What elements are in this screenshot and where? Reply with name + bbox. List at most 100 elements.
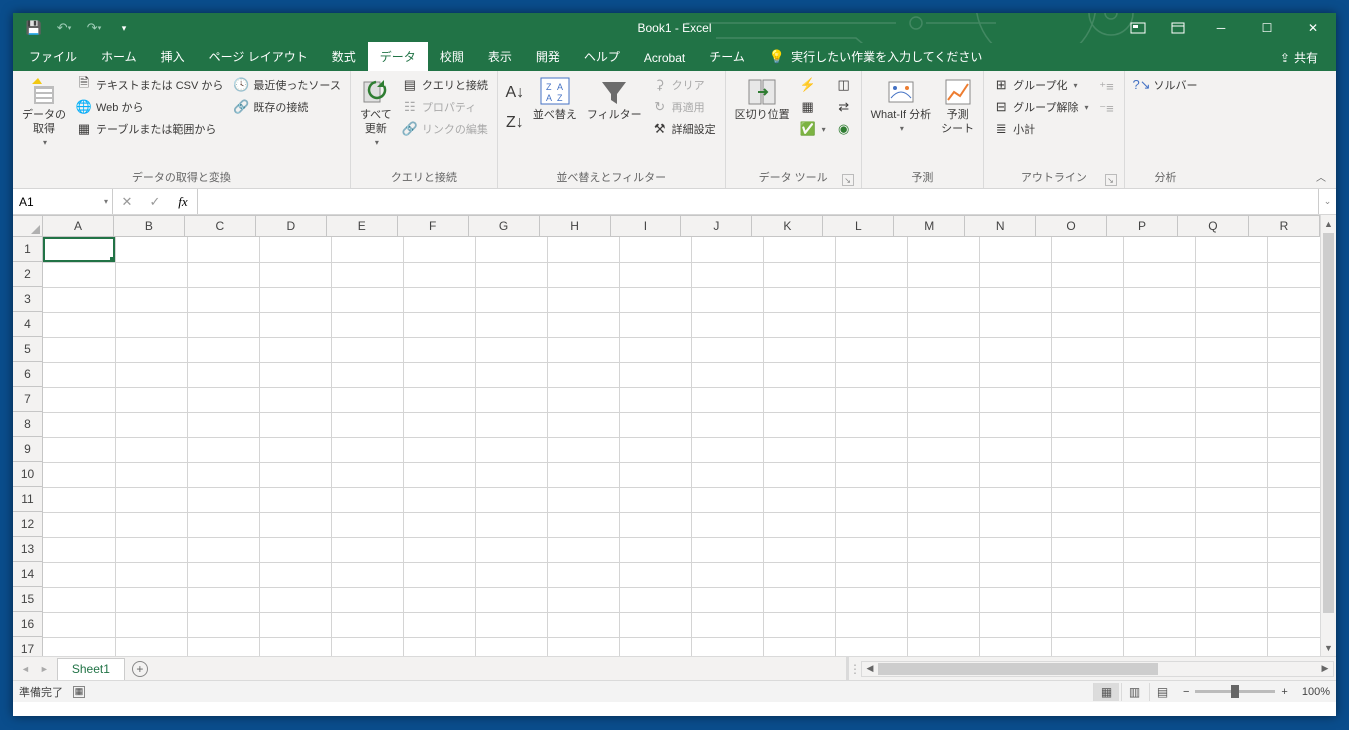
subtotal-button[interactable]: ≣小計 xyxy=(989,118,1092,140)
solver-button[interactable]: ?↘ソルバー xyxy=(1130,74,1202,96)
horizontal-scrollbar[interactable]: ◀ ▶ xyxy=(861,661,1334,677)
scroll-left-button[interactable]: ◀ xyxy=(862,663,878,674)
outline-dialog[interactable]: ↘ xyxy=(1105,174,1117,186)
column-header-M[interactable]: M xyxy=(894,216,965,236)
recent-sources-button[interactable]: 🕓最近使ったソース xyxy=(229,74,344,96)
sort-asc-button[interactable]: A↓ xyxy=(503,80,527,106)
h-scroll-thumb[interactable] xyxy=(878,663,1158,675)
collapse-ribbon-button[interactable]: ︿ xyxy=(1312,169,1330,184)
row-header-11[interactable]: 11 xyxy=(13,487,43,512)
row-header-1[interactable]: 1 xyxy=(13,237,43,262)
zoom-level[interactable]: 100% xyxy=(1302,686,1330,698)
v-scroll-thumb[interactable] xyxy=(1323,233,1334,613)
zoom-out-button[interactable]: − xyxy=(1183,686,1189,698)
get-data-button[interactable]: データの 取得 xyxy=(18,74,70,150)
remove-dup-button[interactable]: ▦ xyxy=(796,96,830,118)
sheet-tab-nav[interactable]: ◄► xyxy=(13,657,57,680)
sheet-tab-sheet1[interactable]: Sheet1 xyxy=(57,658,125,680)
text-to-columns-button[interactable]: 区切り位置 xyxy=(731,74,794,125)
row-header-13[interactable]: 13 xyxy=(13,537,43,562)
qat-customize-button[interactable]: ▾ xyxy=(111,15,137,41)
clear-filter-button[interactable]: ⚳クリア xyxy=(648,74,720,96)
column-header-N[interactable]: N xyxy=(965,216,1036,236)
from-text-csv-button[interactable]: 🗎テキストまたは CSV から xyxy=(72,74,227,96)
enter-formula-button[interactable]: ✓ xyxy=(141,194,169,210)
properties-button[interactable]: ☷プロパティ xyxy=(398,96,492,118)
select-all-button[interactable] xyxy=(13,215,43,237)
column-header-F[interactable]: F xyxy=(398,216,469,236)
page-break-view-button[interactable]: ▤ xyxy=(1149,683,1175,701)
column-header-H[interactable]: H xyxy=(540,216,611,236)
tell-me-search[interactable]: 💡実行したい作業を入力してください xyxy=(757,42,994,71)
hide-detail-button[interactable]: ⁻≡ xyxy=(1095,98,1119,120)
expand-formula-bar-button[interactable]: ⌄ xyxy=(1318,189,1336,214)
save-button[interactable]: 💾 xyxy=(21,15,47,41)
data-tools-dialog[interactable]: ↘ xyxy=(842,174,854,186)
column-header-Q[interactable]: Q xyxy=(1178,216,1249,236)
row-header-10[interactable]: 10 xyxy=(13,462,43,487)
column-header-L[interactable]: L xyxy=(823,216,894,236)
scroll-down-button[interactable]: ▼ xyxy=(1321,639,1336,656)
consolidate-button[interactable]: ◫ xyxy=(832,74,856,96)
row-header-16[interactable]: 16 xyxy=(13,612,43,637)
insert-function-button[interactable]: fx xyxy=(169,194,197,210)
new-sheet-button[interactable]: + xyxy=(125,657,155,680)
column-header-D[interactable]: D xyxy=(256,216,327,236)
ungroup-button[interactable]: ⊟グループ解除 xyxy=(989,96,1092,118)
from-table-button[interactable]: ▦テーブルまたは範囲から xyxy=(72,118,227,140)
zoom-in-button[interactable]: + xyxy=(1281,686,1287,698)
tab-split-handle[interactable]: ⋮ xyxy=(849,662,859,676)
scroll-up-button[interactable]: ▲ xyxy=(1321,215,1336,232)
filter-button[interactable]: フィルター xyxy=(583,74,646,125)
column-header-G[interactable]: G xyxy=(469,216,540,236)
row-header-17[interactable]: 17 xyxy=(13,637,43,656)
tab-file[interactable]: ファイル xyxy=(17,42,89,71)
share-button[interactable]: ⇪共有 xyxy=(1272,47,1326,68)
group-rows-button[interactable]: ⊞グループ化 xyxy=(989,74,1092,96)
show-detail-button[interactable]: ⁺≡ xyxy=(1095,76,1119,98)
tab-review[interactable]: 校閲 xyxy=(428,42,476,71)
tab-help[interactable]: ヘルプ xyxy=(572,42,632,71)
relationships-button[interactable]: ⇄ xyxy=(832,96,856,118)
formula-input[interactable] xyxy=(198,189,1318,214)
zoom-slider[interactable] xyxy=(1195,690,1275,693)
column-header-J[interactable]: J xyxy=(681,216,752,236)
row-header-5[interactable]: 5 xyxy=(13,337,43,362)
refresh-all-button[interactable]: すべて 更新 xyxy=(356,74,396,150)
from-web-button[interactable]: 🌐Web から xyxy=(72,96,227,118)
tab-acrobat[interactable]: Acrobat xyxy=(632,45,697,71)
scroll-right-button[interactable]: ▶ xyxy=(1317,663,1333,674)
redo-button[interactable]: ↷ ▾ xyxy=(81,15,107,41)
row-header-9[interactable]: 9 xyxy=(13,437,43,462)
name-box[interactable]: A1 xyxy=(13,189,113,214)
edit-links-button[interactable]: 🔗リンクの編集 xyxy=(398,118,492,140)
row-header-2[interactable]: 2 xyxy=(13,262,43,287)
column-header-P[interactable]: P xyxy=(1107,216,1178,236)
sort-desc-button[interactable]: Z↓ xyxy=(503,110,527,136)
advanced-filter-button[interactable]: ⚒詳細設定 xyxy=(648,118,720,140)
column-header-C[interactable]: C xyxy=(185,216,256,236)
tab-data[interactable]: データ xyxy=(368,42,428,71)
tab-home[interactable]: ホーム xyxy=(89,42,149,71)
tab-insert[interactable]: 挿入 xyxy=(149,42,197,71)
whatif-button[interactable]: What-If 分析 xyxy=(867,74,936,136)
column-header-I[interactable]: I xyxy=(611,216,682,236)
vertical-scrollbar[interactable]: ▲ ▼ xyxy=(1320,215,1336,656)
forecast-sheet-button[interactable]: 予測 シート xyxy=(937,74,978,139)
normal-view-button[interactable]: ▦ xyxy=(1093,683,1119,701)
tab-formulas[interactable]: 数式 xyxy=(320,42,368,71)
column-header-B[interactable]: B xyxy=(114,216,185,236)
row-header-15[interactable]: 15 xyxy=(13,587,43,612)
cancel-formula-button[interactable]: ✕ xyxy=(113,194,141,210)
undo-button[interactable]: ↶ ▾ xyxy=(51,15,77,41)
close-button[interactable]: ✕ xyxy=(1290,13,1336,43)
sort-button[interactable]: ZAAZ 並べ替え xyxy=(529,74,581,125)
account-button[interactable] xyxy=(1118,13,1158,43)
row-header-7[interactable]: 7 xyxy=(13,387,43,412)
column-header-K[interactable]: K xyxy=(752,216,823,236)
page-layout-view-button[interactable]: ▥ xyxy=(1121,683,1147,701)
maximize-button[interactable]: ☐ xyxy=(1244,13,1290,43)
row-header-4[interactable]: 4 xyxy=(13,312,43,337)
column-header-O[interactable]: O xyxy=(1036,216,1107,236)
row-header-3[interactable]: 3 xyxy=(13,287,43,312)
